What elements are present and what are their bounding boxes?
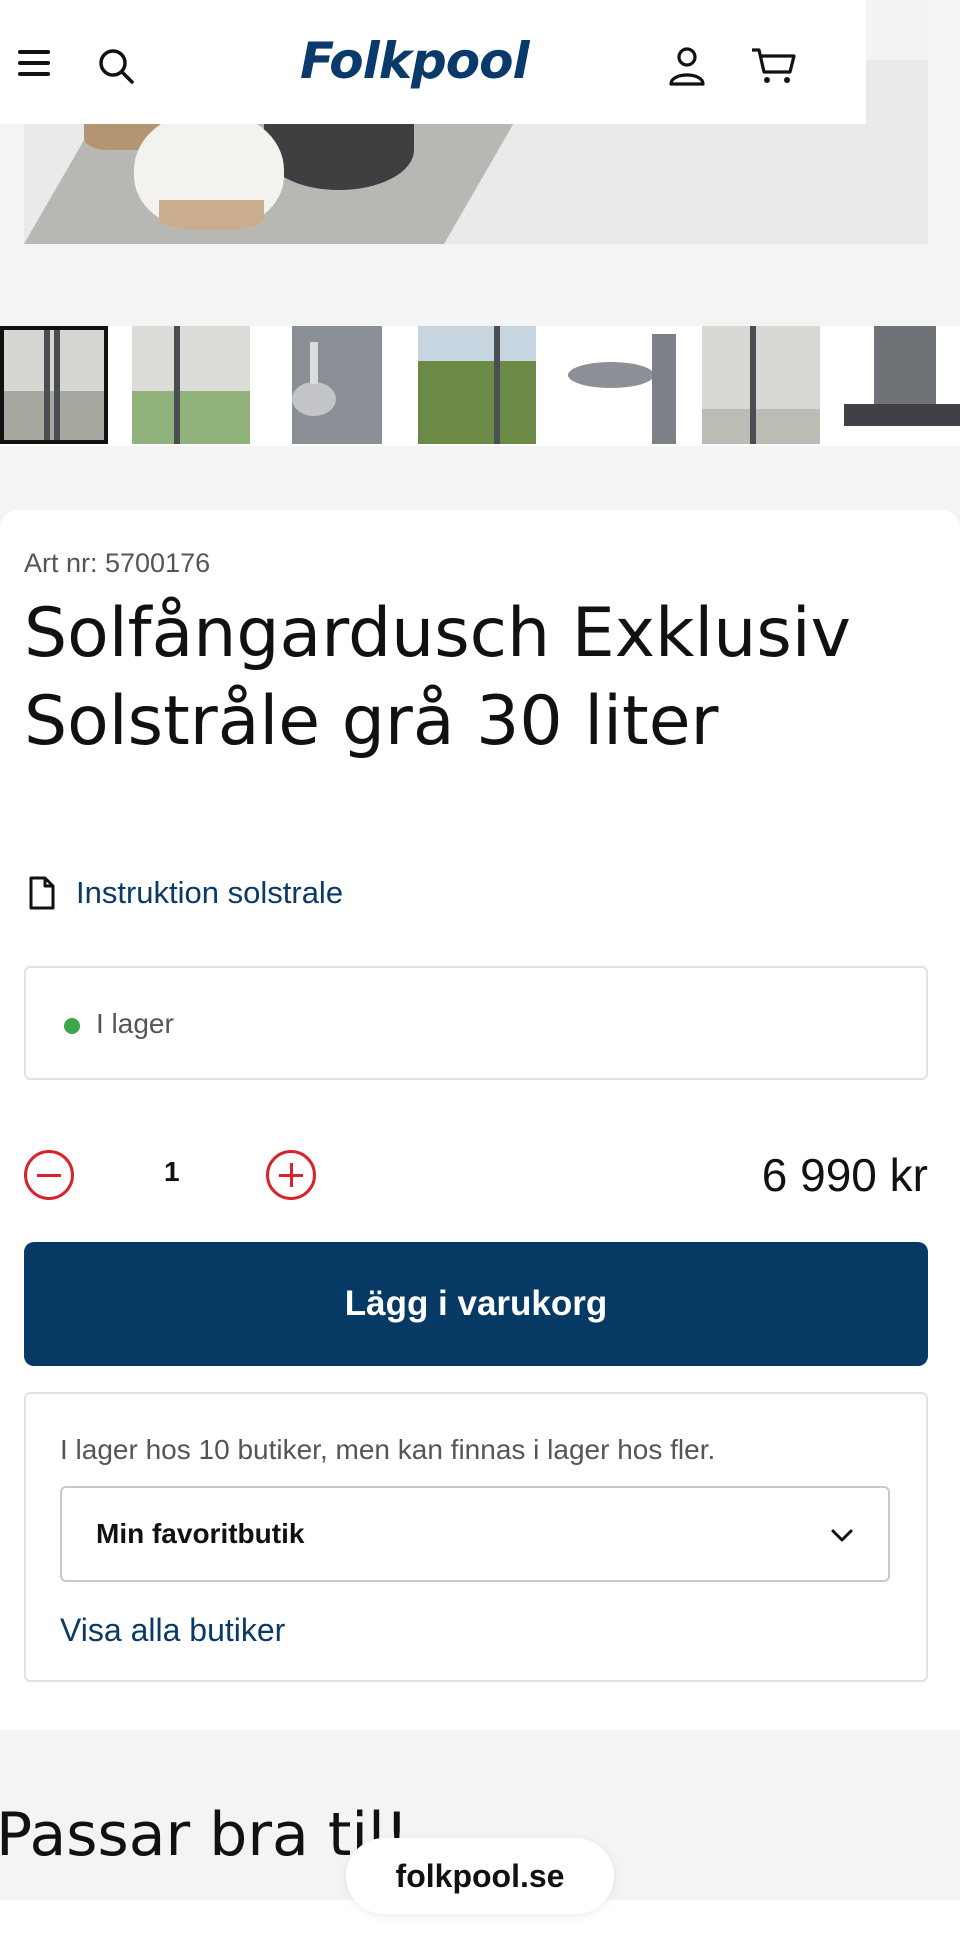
chevron-down-icon	[831, 1529, 853, 1542]
add-to-cart-button[interactable]: Lägg i varukorg	[24, 1242, 928, 1366]
store-availability-box: I lager hos 10 butiker, men kan finnas i…	[24, 1392, 928, 1682]
quantity-value[interactable]: 1	[164, 1156, 180, 1188]
document-icon	[29, 876, 55, 910]
product-price: 6 990 kr	[761, 1149, 928, 1201]
instruction-link-label[interactable]: Instruktion solstrale	[76, 875, 343, 911]
search-icon[interactable]	[96, 46, 136, 86]
thumbnail-image[interactable]	[844, 326, 960, 444]
article-number: Art nr: 5700176	[24, 548, 211, 578]
thumbnail-image[interactable]	[702, 326, 820, 444]
thumbnail-image[interactable]	[292, 326, 382, 444]
thumbnail-image[interactable]	[0, 326, 108, 444]
site-url-pill[interactable]: folkpool.se	[346, 1838, 614, 1914]
in-stock-indicator	[64, 1018, 80, 1034]
store-availability-info: I lager hos 10 butiker, men kan finnas i…	[60, 1434, 716, 1465]
cart-icon[interactable]	[750, 46, 798, 86]
favorite-store-select[interactable]: Min favoritbutik	[60, 1486, 890, 1582]
image-thumbnail-strip	[0, 326, 960, 446]
menu-icon[interactable]	[18, 50, 50, 76]
thumbnail-image[interactable]	[566, 326, 678, 444]
header-bar: Folkpool	[0, 0, 866, 124]
instruction-document-link[interactable]: Instruktion solstrale	[28, 875, 343, 911]
thumbnail-image[interactable]	[418, 326, 536, 444]
show-all-stores-link[interactable]: Visa alla butiker	[60, 1612, 285, 1649]
product-title: Solfångardusch Exklusiv Solstråle grå 30…	[24, 594, 851, 761]
quantity-and-price-row: 1 6 990 kr	[24, 1144, 928, 1214]
product-details-card: Art nr: 5700176 Solfångardusch Exklusiv …	[0, 510, 960, 1730]
thumbnail-image[interactable]	[132, 326, 250, 444]
favorite-store-value: Min favoritbutik	[96, 1518, 305, 1549]
related-products-heading: Passar bra til!	[0, 1800, 409, 1870]
stock-status-box: I lager	[24, 966, 928, 1080]
increase-quantity-button[interactable]	[266, 1150, 316, 1200]
stock-status-label: I lager	[96, 1008, 174, 1039]
decrease-quantity-button[interactable]	[24, 1150, 74, 1200]
site-logo[interactable]: Folkpool	[300, 32, 530, 90]
user-icon[interactable]	[668, 46, 706, 86]
